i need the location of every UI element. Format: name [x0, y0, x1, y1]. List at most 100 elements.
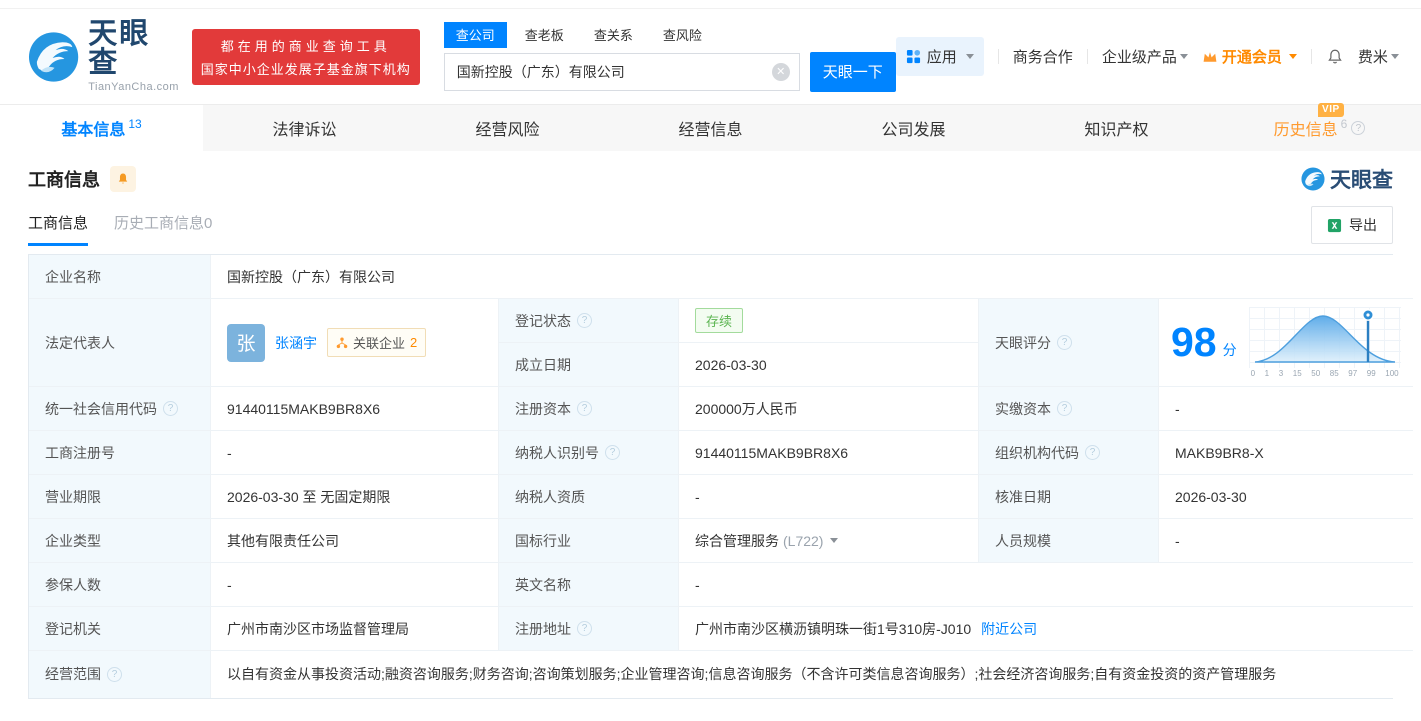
search-button[interactable]: 天眼一下 — [810, 52, 896, 92]
search-tab-risk[interactable]: 查风险 — [651, 22, 714, 48]
score-distribution-chart: 0131550859799100 — [1249, 307, 1401, 378]
apps-menu[interactable]: 应用 — [896, 37, 984, 76]
tab-label: 经营风险 — [475, 116, 539, 140]
label-text: 统一社会信用代码 — [45, 399, 157, 419]
help-icon[interactable] — [1085, 445, 1100, 460]
axis-tick: 85 — [1330, 369, 1339, 378]
field-label-taxpayer-quality: 纳税人资质 — [499, 475, 679, 519]
business-coop-label: 商务合作 — [1013, 46, 1073, 67]
brand-name: 天眼查 — [88, 20, 180, 78]
score-axis-ticks: 0131550859799100 — [1249, 368, 1401, 378]
open-vip-button[interactable]: 开通会员 — [1202, 46, 1297, 67]
section-title: 工商信息 — [28, 166, 100, 192]
label-text: 组织机构代码 — [995, 443, 1079, 463]
divider — [998, 49, 999, 64]
field-label-org-code: 组织机构代码 — [979, 431, 1159, 475]
axis-tick: 100 — [1385, 369, 1398, 378]
field-label-paid-capital: 实缴资本 — [979, 387, 1159, 431]
axis-tick: 99 — [1367, 369, 1376, 378]
nav-enterprise-products[interactable]: 企业级产品 — [1102, 46, 1188, 67]
subtab-history-registration[interactable]: 历史工商信息0 — [114, 212, 212, 246]
chevron-down-icon — [1180, 54, 1188, 59]
field-value-reg-authority: 广州市南沙区市场监督管理局 — [211, 607, 499, 651]
business-info-table: 企业名称 国新控股（广东）有限公司 法定代表人 张 张涵宇 关联企业 2 登记状… — [28, 254, 1393, 699]
help-icon[interactable] — [577, 313, 592, 328]
search-input[interactable] — [444, 53, 800, 91]
user-menu[interactable]: 费米 — [1358, 46, 1399, 67]
field-value-establish-date: 2026-03-30 — [679, 343, 979, 387]
subtab-business-registration[interactable]: 工商信息 — [28, 212, 88, 246]
tab-label: 公司发展 — [881, 116, 945, 140]
nav-business-cooperation[interactable]: 商务合作 — [1013, 46, 1073, 67]
site-header: 天眼查 TianYanCha.com 都在用的商业查询工具 国家中小企业发展子基… — [0, 9, 1421, 104]
chevron-down-icon[interactable] — [830, 538, 838, 543]
tab-history-info[interactable]: 历史信息 VIP 6 — [1218, 105, 1421, 151]
field-label-business-term: 营业期限 — [29, 475, 211, 519]
tab-basic-info[interactable]: 基本信息 13 — [0, 105, 203, 151]
tab-count: 13 — [128, 117, 141, 131]
help-icon[interactable] — [163, 401, 178, 416]
apps-grid-icon — [906, 49, 921, 64]
monitor-bell-button[interactable] — [110, 166, 136, 192]
subtab-bar: 工商信息 历史工商信息0 导出 — [0, 198, 1421, 252]
search-tab-boss[interactable]: 查老板 — [513, 22, 576, 48]
field-value-org-code: MAKB9BR8-X — [1159, 431, 1413, 475]
tab-business-info[interactable]: 经营信息 — [609, 105, 812, 151]
search-input-wrap: ✕ — [444, 53, 800, 91]
axis-tick: 97 — [1348, 369, 1357, 378]
related-companies-badge[interactable]: 关联企业 2 — [327, 328, 426, 357]
export-button[interactable]: 导出 — [1311, 206, 1393, 244]
field-value-reg-status: 存续 — [679, 299, 979, 343]
brand-slogan-banner: 都在用的商业查询工具 国家中小企业发展子基金旗下机构 — [192, 29, 420, 85]
field-label-score: 天眼评分 — [979, 299, 1159, 387]
tab-company-development[interactable]: 公司发展 — [812, 105, 1015, 151]
field-value-score: 98 分 0131550859799100 — [1159, 299, 1413, 387]
search-tab-relation[interactable]: 查关系 — [582, 22, 645, 48]
field-label-reg-capital: 注册资本 — [499, 387, 679, 431]
help-icon[interactable] — [577, 621, 592, 636]
search-tabs: 查公司 查老板 查关系 查风险 — [444, 22, 896, 48]
tianyancha-logo[interactable]: 天眼查 TianYanCha.com — [28, 20, 180, 93]
top-strip — [0, 0, 1421, 9]
field-label-reg-address: 注册地址 — [499, 607, 679, 651]
field-value-business-scope: 以自有资金从事投资活动;融资咨询服务;财务咨询;咨询策划服务;企业管理咨询;信息… — [211, 651, 1413, 698]
field-label-taxpayer-id: 纳税人识别号 — [499, 431, 679, 475]
legal-rep-link[interactable]: 张涵宇 — [275, 333, 317, 353]
header-nav: 应用 商务合作 企业级产品 开通会员 费米 — [896, 37, 1399, 76]
help-icon[interactable] — [107, 667, 122, 682]
score-unit: 分 — [1223, 340, 1237, 360]
tab-intellectual-property[interactable]: 知识产权 — [1015, 105, 1218, 151]
avatar[interactable]: 张 — [227, 324, 265, 362]
help-icon[interactable] — [577, 401, 592, 416]
field-label-industry: 国标行业 — [499, 519, 679, 563]
label-text: 纳税人识别号 — [515, 443, 599, 463]
field-value-company-name: 国新控股（广东）有限公司 — [211, 255, 1413, 299]
field-label-approval-date: 核准日期 — [979, 475, 1159, 519]
export-label: 导出 — [1349, 215, 1377, 235]
help-icon[interactable] — [1057, 335, 1072, 350]
field-value-english-name: - — [679, 563, 1413, 607]
label-text: 天眼评分 — [995, 333, 1051, 353]
related-companies-count: 2 — [410, 335, 417, 350]
label-text: 经营范围 — [45, 664, 101, 684]
clear-input-icon[interactable]: ✕ — [772, 63, 790, 81]
field-value-business-term: 2026-03-30 至 无固定期限 — [211, 475, 499, 519]
tianyancha-watermark: 天眼查 — [1301, 164, 1393, 194]
field-value-reg-capital: 200000万人民币 — [679, 387, 979, 431]
page-tab-bar: 基本信息 13 法律诉讼 经营风险 经营信息 公司发展 知识产权 历史信息 VI… — [0, 104, 1421, 151]
search-tab-company[interactable]: 查公司 — [444, 22, 507, 48]
help-icon[interactable] — [1351, 121, 1365, 135]
help-icon[interactable] — [1057, 401, 1072, 416]
divider — [1087, 49, 1088, 64]
field-value-taxpayer-quality: - — [679, 475, 979, 519]
tab-legal-proceedings[interactable]: 法律诉讼 — [203, 105, 406, 151]
divider — [1311, 49, 1312, 64]
org-chart-icon — [336, 337, 348, 349]
help-icon[interactable] — [605, 445, 620, 460]
score-curve-plot — [1249, 307, 1401, 368]
brand-domain: TianYanCha.com — [88, 81, 180, 93]
notification-bell-button[interactable] — [1326, 48, 1344, 66]
nearby-companies-link[interactable]: 附近公司 — [981, 619, 1037, 639]
address-text: 广州市南沙区横沥镇明珠一街1号310房-J010 — [695, 619, 971, 639]
tab-operating-risk[interactable]: 经营风险 — [406, 105, 609, 151]
